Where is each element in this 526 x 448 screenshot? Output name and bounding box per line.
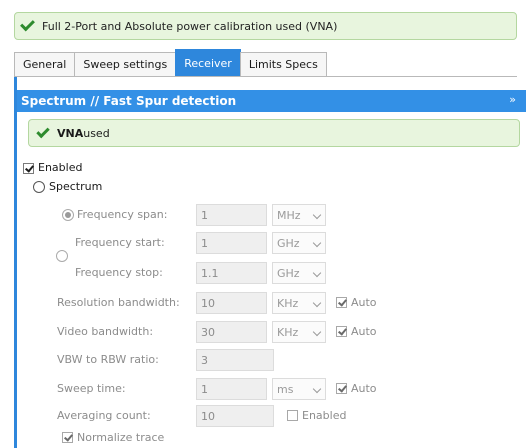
chevron-down-icon (312, 327, 322, 337)
video-bandwidth-auto-label: Auto (351, 325, 377, 338)
normalize-trace-label: Normalize trace (77, 431, 165, 444)
chevron-down-icon (312, 238, 322, 248)
frequency-start-input[interactable]: 1 (196, 232, 267, 254)
resolution-bandwidth-label: Resolution bandwidth: (57, 296, 180, 309)
calibration-status-text: Full 2-Port and Absolute power calibrati… (42, 19, 338, 33)
frequency-stop-input[interactable]: 1.1 (196, 262, 267, 284)
tab-general[interactable]: General (14, 52, 76, 76)
panel-border (14, 77, 17, 448)
sweep-time-auto-checkbox[interactable] (336, 383, 347, 394)
tab-receiver[interactable]: Receiver (175, 49, 241, 76)
chevron-down-icon (312, 210, 322, 220)
frequency-span-radio[interactable] (62, 209, 74, 221)
averaging-count-enabled-checkbox[interactable] (287, 410, 298, 421)
vbw-rbw-ratio-label: VBW to RBW ratio: (57, 353, 159, 366)
frequency-stop-unit-select[interactable]: GHz (272, 262, 326, 284)
tab-divider (14, 76, 517, 77)
sweep-time-label: Sweep time: (57, 382, 126, 395)
video-bandwidth-label: Video bandwidth: (57, 325, 154, 338)
averaging-count-enabled-label: Enabled (302, 409, 347, 422)
spectrum-label: Spectrum (49, 180, 103, 193)
video-bandwidth-auto-checkbox[interactable] (336, 326, 347, 337)
resolution-bandwidth-input[interactable]: 10 (196, 292, 267, 314)
collapse-chevron-icon[interactable]: » (509, 93, 516, 106)
normalize-trace-checkbox[interactable] (62, 432, 73, 443)
tab-bar: General Sweep settings Receiver Limits S… (14, 49, 327, 76)
averaging-count-label: Averaging count: (57, 409, 151, 422)
check-icon (36, 124, 50, 138)
vna-notice: VNA used (28, 119, 520, 147)
vna-notice-text: used (83, 126, 110, 140)
chevron-down-icon (312, 384, 322, 394)
frequency-span-unit-select[interactable]: MHz (272, 204, 326, 226)
section-title: Spectrum // Fast Spur detection (21, 94, 237, 108)
video-bandwidth-input[interactable]: 30 (196, 321, 267, 343)
resolution-bandwidth-auto-label: Auto (351, 296, 377, 309)
frequency-stop-label: Frequency stop: (75, 266, 163, 279)
averaging-count-input[interactable]: 10 (196, 405, 274, 427)
chevron-down-icon (312, 298, 322, 308)
enabled-label: Enabled (38, 161, 83, 174)
frequency-start-unit-select[interactable]: GHz (272, 232, 326, 254)
enabled-checkbox[interactable] (23, 163, 34, 174)
frequency-start-label: Frequency start: (75, 236, 165, 249)
vna-notice-bold: VNA (57, 126, 84, 140)
resolution-bandwidth-unit-select[interactable]: KHz (272, 292, 326, 314)
calibration-status-banner: Full 2-Port and Absolute power calibrati… (14, 12, 517, 40)
sweep-time-auto-label: Auto (351, 382, 377, 395)
resolution-bandwidth-auto-checkbox[interactable] (336, 297, 347, 308)
section-header[interactable]: Spectrum // Fast Spur detection » (17, 90, 526, 112)
tab-limits-specs[interactable]: Limits Specs (239, 52, 327, 76)
sweep-time-unit-select[interactable]: ms (272, 378, 326, 400)
chevron-down-icon (312, 268, 322, 278)
sweep-time-input[interactable]: 1 (196, 378, 267, 400)
frequency-span-input[interactable]: 1 (196, 204, 267, 226)
tab-sweep-settings[interactable]: Sweep settings (74, 52, 177, 76)
spectrum-radio[interactable] (33, 181, 45, 193)
frequency-span-label: Frequency span: (77, 208, 168, 221)
check-icon (20, 16, 35, 32)
vbw-rbw-ratio-input[interactable]: 3 (196, 349, 274, 371)
frequency-start-stop-radio[interactable] (56, 250, 68, 262)
video-bandwidth-unit-select[interactable]: KHz (272, 321, 326, 343)
